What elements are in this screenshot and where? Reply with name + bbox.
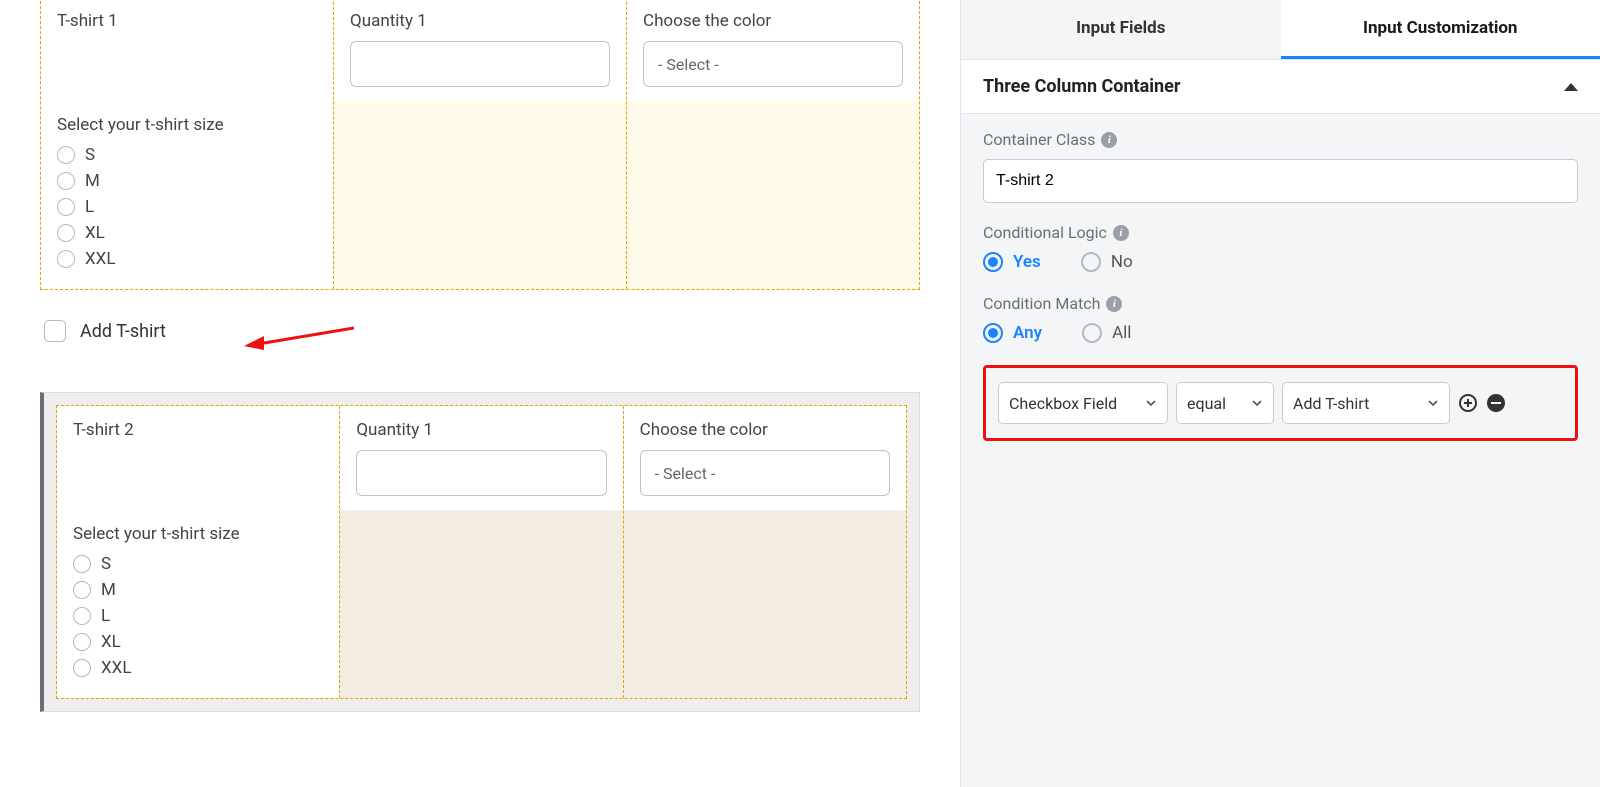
container-class-label: Container Class i bbox=[983, 130, 1578, 149]
properties-panel: Input Fields Input Customization Three C… bbox=[960, 0, 1600, 787]
radio-icon bbox=[73, 607, 91, 625]
radio-checked-icon bbox=[983, 252, 1003, 272]
chevron-down-icon bbox=[1251, 397, 1263, 409]
radio-option[interactable]: L bbox=[57, 197, 317, 217]
col-3: Choose the color - Select - bbox=[624, 406, 906, 698]
add-rule-button[interactable] bbox=[1458, 393, 1478, 413]
qty-input[interactable] bbox=[356, 450, 606, 496]
checkbox-label: Add T-shirt bbox=[80, 321, 166, 342]
radio-icon bbox=[73, 659, 91, 677]
radio-option[interactable]: L bbox=[73, 606, 323, 626]
radio-option[interactable]: S bbox=[57, 145, 317, 165]
tab-input-customization[interactable]: Input Customization bbox=[1281, 0, 1600, 59]
panel-tabs: Input Fields Input Customization bbox=[961, 0, 1600, 60]
radio-icon bbox=[73, 633, 91, 651]
radio-option[interactable]: M bbox=[57, 171, 317, 191]
radio-icon bbox=[57, 172, 75, 190]
color-select[interactable]: - Select - bbox=[643, 41, 903, 87]
info-icon[interactable]: i bbox=[1106, 296, 1122, 312]
radio-icon bbox=[57, 146, 75, 164]
chevron-up-icon bbox=[1564, 83, 1578, 91]
checkbox-icon bbox=[44, 320, 66, 342]
size-label: Select your t-shirt size bbox=[73, 524, 323, 544]
radio-icon bbox=[73, 581, 91, 599]
tab-input-fields[interactable]: Input Fields bbox=[961, 0, 1281, 59]
color-label: Choose the color bbox=[643, 11, 903, 31]
form-canvas: T-shirt 1 Select your t-shirt size S M L… bbox=[0, 0, 960, 787]
three-col-container-1[interactable]: T-shirt 1 Select your t-shirt size S M L… bbox=[40, 0, 920, 290]
col-2: Quantity 1 bbox=[334, 0, 627, 289]
radio-option[interactable]: XL bbox=[73, 632, 323, 652]
rule-field-select[interactable]: Checkbox Field bbox=[998, 382, 1168, 424]
radio-option[interactable]: XXL bbox=[57, 249, 317, 269]
section-title: Three Column Container bbox=[983, 76, 1180, 97]
qty-label: Quantity 1 bbox=[350, 11, 610, 31]
radio-icon bbox=[1081, 252, 1101, 272]
col-1: T-shirt 2 Select your t-shirt size S M L… bbox=[57, 406, 340, 698]
three-col-container-2-selected[interactable]: T-shirt 2 Select your t-shirt size S M L… bbox=[40, 392, 920, 712]
annotation-arrow-icon bbox=[244, 324, 354, 354]
option-any[interactable]: Any bbox=[983, 323, 1042, 343]
option-all[interactable]: All bbox=[1082, 323, 1131, 343]
chevron-down-icon bbox=[1145, 397, 1157, 409]
radio-icon bbox=[73, 555, 91, 573]
col-1: T-shirt 1 Select your t-shirt size S M L… bbox=[41, 0, 334, 289]
rule-value-select[interactable]: Add T-shirt bbox=[1282, 382, 1450, 424]
radio-option[interactable]: S bbox=[73, 554, 323, 574]
plus-icon bbox=[1459, 394, 1477, 412]
qty-label: Quantity 1 bbox=[356, 420, 606, 440]
size-label: Select your t-shirt size bbox=[57, 115, 317, 135]
option-yes[interactable]: Yes bbox=[983, 252, 1041, 272]
color-select[interactable]: - Select - bbox=[640, 450, 890, 496]
condition-match-label: Condition Match i bbox=[983, 294, 1578, 313]
col-2: Quantity 1 bbox=[340, 406, 623, 698]
option-no[interactable]: No bbox=[1081, 252, 1133, 272]
radio-icon bbox=[57, 250, 75, 268]
remove-rule-button[interactable] bbox=[1486, 393, 1506, 413]
rule-operator-select[interactable]: equal bbox=[1176, 382, 1274, 424]
condition-rule-highlight: Checkbox Field equal Add T-shirt bbox=[983, 365, 1578, 441]
size-options: S M L XL XXL bbox=[57, 145, 317, 269]
radio-icon bbox=[1082, 323, 1102, 343]
container-class-input[interactable] bbox=[983, 159, 1578, 203]
radio-option[interactable]: XL bbox=[57, 223, 317, 243]
radio-option[interactable]: XXL bbox=[73, 658, 323, 678]
minus-icon bbox=[1487, 394, 1505, 412]
col-3: Choose the color - Select - bbox=[627, 0, 919, 289]
condition-match-options: Any All bbox=[983, 323, 1578, 343]
add-tshirt-checkbox[interactable]: Add T-shirt bbox=[44, 320, 920, 342]
info-icon[interactable]: i bbox=[1113, 225, 1129, 241]
size-options: S M L XL XXL bbox=[73, 554, 323, 678]
field-title: T-shirt 1 bbox=[57, 11, 317, 31]
field-title: T-shirt 2 bbox=[73, 420, 323, 440]
qty-input[interactable] bbox=[350, 41, 610, 87]
radio-icon bbox=[57, 198, 75, 216]
color-label: Choose the color bbox=[640, 420, 890, 440]
radio-checked-icon bbox=[983, 323, 1003, 343]
radio-icon bbox=[57, 224, 75, 242]
conditional-logic-label: Conditional Logic i bbox=[983, 223, 1578, 242]
section-header[interactable]: Three Column Container bbox=[961, 60, 1600, 113]
info-icon[interactable]: i bbox=[1101, 132, 1117, 148]
radio-option[interactable]: M bbox=[73, 580, 323, 600]
conditional-logic-options: Yes No bbox=[983, 252, 1578, 272]
chevron-down-icon bbox=[1427, 397, 1439, 409]
